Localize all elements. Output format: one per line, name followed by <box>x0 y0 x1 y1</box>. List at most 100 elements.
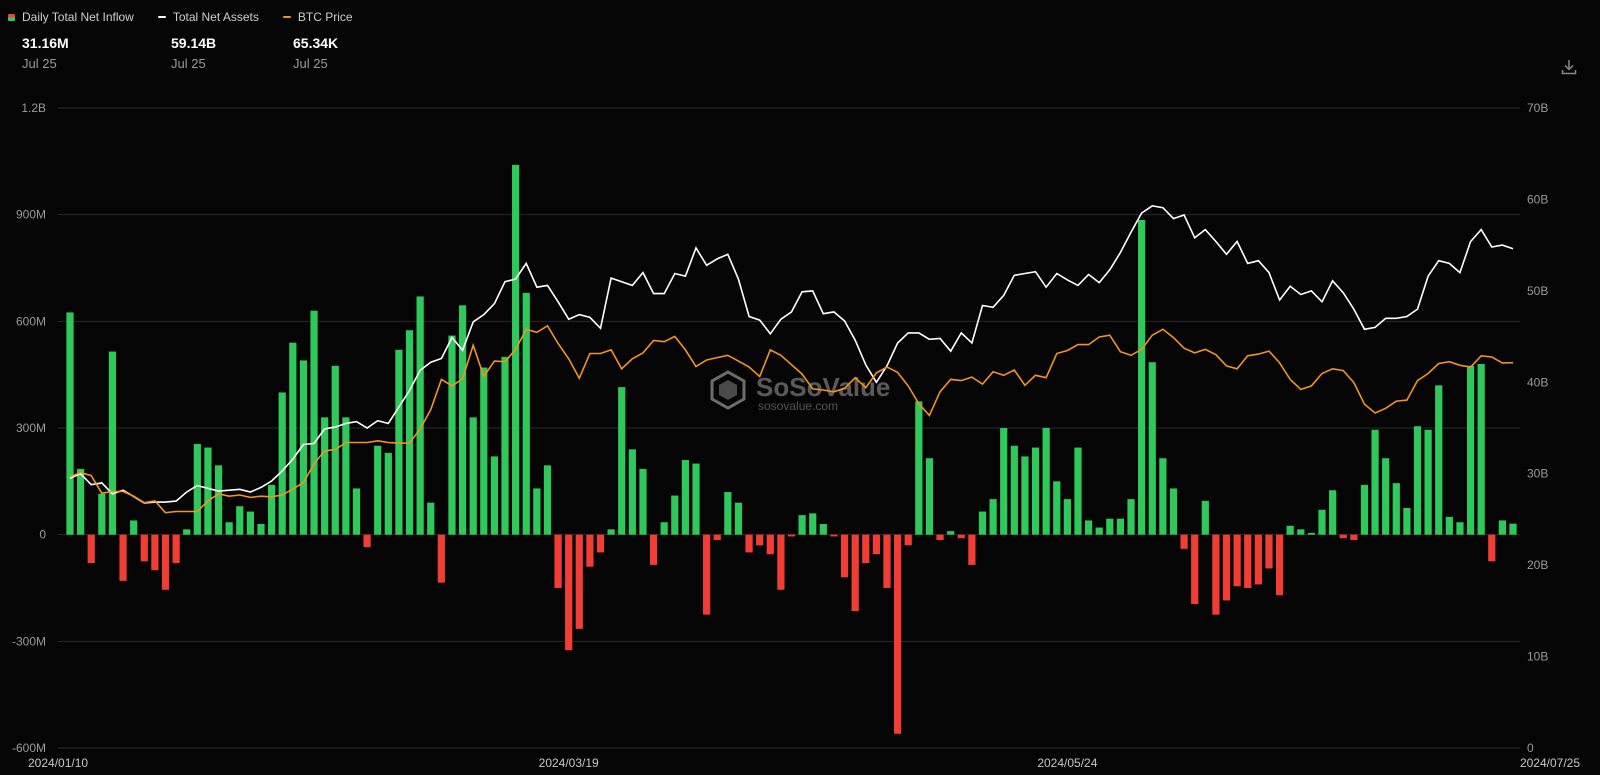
inflow-bar <box>1106 518 1114 535</box>
inflow-bar <box>1297 529 1305 535</box>
inflow-bar <box>1191 534 1199 604</box>
inflow-bar <box>883 534 891 588</box>
x-tick: 2024/01/10 <box>28 756 88 770</box>
inflow-bar <box>321 417 329 535</box>
inflow-bar <box>374 445 382 535</box>
inflow-bar <box>1116 518 1125 535</box>
inflow-bar <box>1000 428 1008 535</box>
inflow-bar <box>246 511 254 535</box>
inflow-bar <box>1498 520 1506 535</box>
inflow-bar <box>151 534 159 571</box>
right-axis: 70B 60B 50B 40B 30B 20B 10B 0 <box>1527 101 1548 755</box>
inflow-bar <box>161 534 170 590</box>
inflow-bar <box>1403 508 1411 535</box>
inflow-bar <box>1339 534 1347 539</box>
inflow-bar <box>130 520 138 535</box>
y-tick-right: 40B <box>1527 375 1548 389</box>
inflow-bar <box>1053 481 1061 535</box>
inflow-bar <box>437 534 445 583</box>
inflow-bar <box>448 335 456 535</box>
inflow-bar <box>1212 534 1220 615</box>
inflow-bar <box>66 312 74 535</box>
inflow-bar <box>703 534 711 615</box>
inflow-bar <box>1445 516 1453 535</box>
inflow-bar <box>872 534 880 555</box>
inflow-bar <box>533 488 541 535</box>
inflow-bar <box>830 534 838 537</box>
inflow-bar <box>607 529 615 535</box>
inflow-bar <box>840 534 849 578</box>
inflow-bar <box>1488 534 1496 562</box>
inflow-bar <box>1042 428 1050 535</box>
inflow-bar <box>405 330 414 535</box>
inflow-bar <box>204 447 212 535</box>
inflow-bar <box>957 534 965 539</box>
inflow-bar <box>851 534 859 612</box>
y-tick-left: -600M <box>12 741 46 755</box>
inflow-bar <box>1477 364 1485 535</box>
inflow-bar <box>947 531 955 535</box>
chart-canvas: SoSoValue sosovalue.com 1.2B 900M 600M 300M… <box>12 101 1580 770</box>
inflow-bar <box>278 392 286 535</box>
inflow-bar <box>490 456 499 535</box>
inflow-bars <box>66 164 1517 734</box>
inflow-bar <box>108 351 117 535</box>
inflow-bar <box>1021 456 1029 535</box>
x-axis: 2024/01/10 2024/03/19 2024/05/24 2024/07/25 <box>28 756 1580 770</box>
inflow-bar <box>1435 385 1443 535</box>
inflow-bar <box>257 524 265 535</box>
inflow-bar <box>289 342 297 535</box>
inflow-bar <box>596 534 605 553</box>
inflow-bar <box>193 444 201 535</box>
y-tick-left: -300M <box>12 634 46 648</box>
inflow-bar <box>1127 499 1135 535</box>
inflow-bar <box>183 529 191 535</box>
inflow-bar <box>501 356 509 535</box>
inflow-bar <box>671 495 679 535</box>
inflow-bar <box>1031 447 1040 535</box>
inflow-bar <box>756 534 764 546</box>
inflow-bar <box>1201 500 1209 535</box>
inflow-bar <box>1318 509 1326 535</box>
inflow-bar <box>628 449 636 535</box>
left-axis: 1.2B 900M 600M 300M 0 -300M -600M <box>12 101 46 755</box>
inflow-bar <box>363 534 371 548</box>
inflow-bar <box>98 493 106 535</box>
y-tick-right: 70B <box>1527 101 1548 115</box>
y-tick-left: 900M <box>16 208 46 222</box>
inflow-bar <box>734 502 743 535</box>
watermark-url: sosovalue.com <box>758 399 838 413</box>
x-tick: 2024/07/25 <box>1520 756 1580 770</box>
inflow-bar <box>458 305 467 535</box>
inflow-bar <box>469 417 477 535</box>
y-tick-left: 1.2B <box>21 101 46 115</box>
inflow-bar <box>1148 362 1156 535</box>
inflow-bar <box>1424 429 1432 535</box>
inflow-bar <box>1244 534 1252 588</box>
inflow-bar <box>936 534 944 540</box>
inflow-bar <box>618 387 626 535</box>
inflow-bar <box>968 534 976 565</box>
inflow-bar <box>1360 484 1369 535</box>
inflow-bar <box>989 499 997 535</box>
inflow-bar <box>119 534 127 581</box>
inflow-bar <box>427 502 435 535</box>
watermark: SoSoValue sosovalue.com <box>710 370 890 413</box>
inflow-bar <box>639 468 647 535</box>
inflow-bar <box>1466 365 1475 535</box>
inflow-bar <box>77 468 85 535</box>
grid-lines <box>58 107 1520 749</box>
inflow-bar <box>925 458 934 535</box>
inflow-bar <box>978 511 987 535</box>
inflow-bar <box>1138 220 1146 535</box>
inflow-bar <box>1233 534 1241 587</box>
inflow-bar <box>1275 534 1284 596</box>
inflow-bar <box>1286 525 1294 535</box>
inflow-bar <box>575 534 583 629</box>
inflow-bar <box>777 534 785 590</box>
watermark-name: SoSoValue <box>756 372 890 402</box>
inflow-bar <box>681 460 690 535</box>
inflow-bar <box>384 452 392 535</box>
inflow-bar <box>480 367 488 535</box>
inflow-bar <box>1456 522 1464 535</box>
